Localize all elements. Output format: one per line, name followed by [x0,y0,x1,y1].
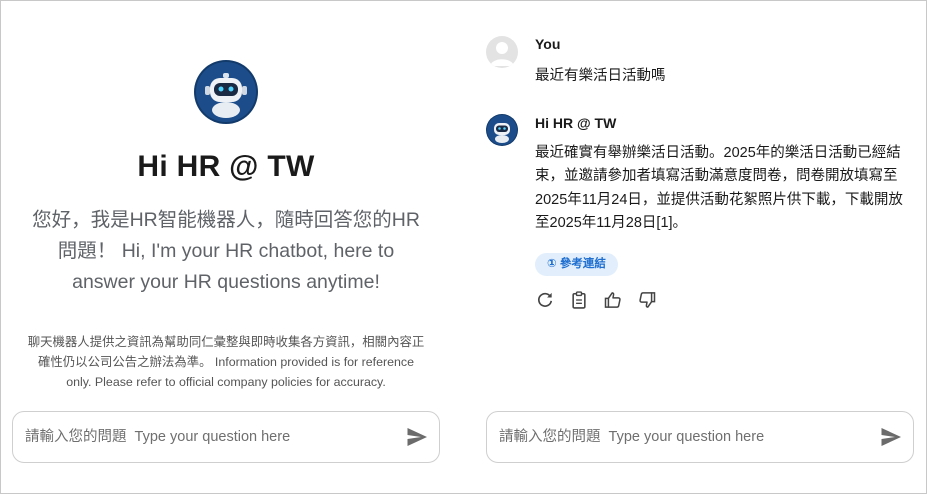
bot-name: Hi HR @ TW [535,115,617,131]
reference-link-chip[interactable]: ① 參考連結 [535,253,618,276]
send-icon[interactable] [879,425,903,449]
user-avatar [486,36,518,68]
question-input-box [12,411,440,463]
welcome-panel: Hi HR @ TW 您好，我是HR智能機器人，隨時回答您的HR問題！ Hi, … [0,0,460,494]
question-input[interactable] [25,412,391,462]
welcome-title: Hi HR @ TW [137,150,315,183]
refresh-icon[interactable] [535,290,555,312]
question-input-box [486,411,914,463]
bot-avatar [194,60,258,124]
question-input[interactable] [499,412,865,462]
user-message: 最近有樂活日活動嗎 [535,68,666,84]
user-name: You [535,36,561,52]
disclaimer-text: 聊天機器人提供之資訊為幫助同仁彙整與即時收集各方資訊，相關內容正確性仍以公司公告… [27,335,425,389]
send-icon[interactable] [405,425,429,449]
clipboard-icon[interactable] [569,290,589,312]
bot-avatar [486,114,518,146]
bot-message: 最近確實有舉辦樂活日活動。2025年的樂活日活動已經結束，並邀請參加者填寫活動滿… [535,145,903,231]
thumbs-up-icon[interactable] [603,290,623,312]
thumbs-down-icon[interactable] [637,290,657,312]
welcome-subtitle: 您好，我是HR智能機器人，隨時回答您的HR問題！ Hi, I'm your HR… [32,209,420,293]
